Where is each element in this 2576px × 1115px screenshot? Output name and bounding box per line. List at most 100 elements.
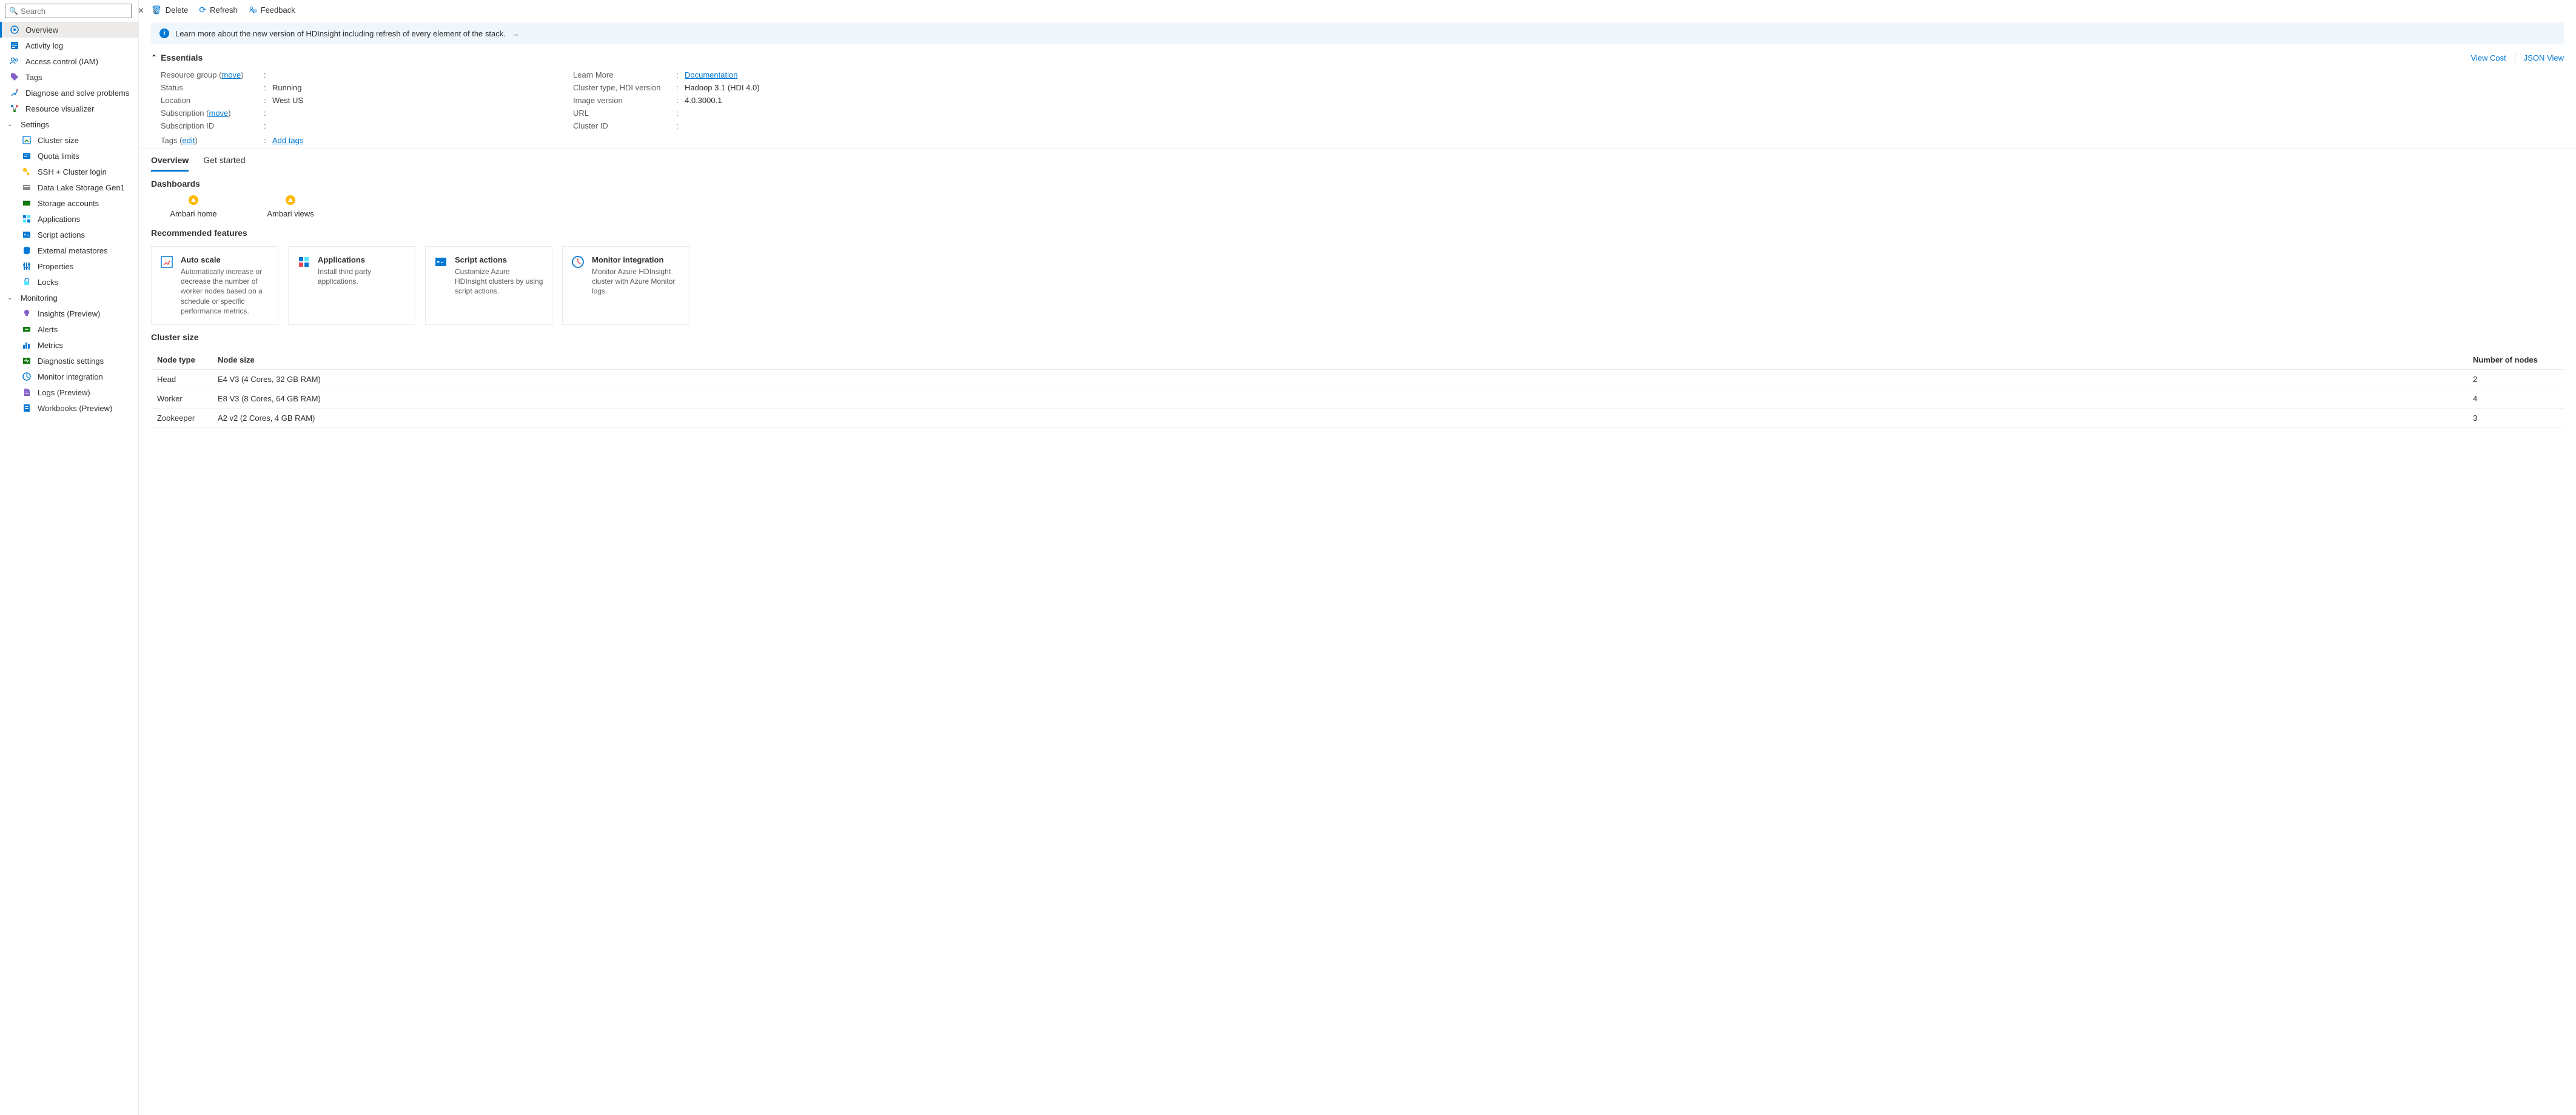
ess-value: West US bbox=[272, 96, 549, 105]
logs-icon bbox=[22, 387, 32, 397]
card-title: Auto scale bbox=[181, 255, 269, 264]
ess-image-version: Image version:4.0.3000.1 bbox=[573, 94, 961, 107]
sidebar-label: Workbooks (Preview) bbox=[38, 404, 112, 413]
sidebar-item-tags[interactable]: Tags bbox=[0, 69, 138, 85]
sidebar-item-properties[interactable]: Properties bbox=[0, 258, 138, 274]
clear-search-icon[interactable]: ✕ bbox=[135, 6, 147, 16]
features-title: Recommended features bbox=[151, 228, 2564, 238]
ess-url: URL: bbox=[573, 107, 961, 119]
search-box[interactable]: 🔍 bbox=[5, 4, 132, 18]
ess-value: Documentation bbox=[685, 70, 961, 79]
insights-icon bbox=[22, 309, 32, 318]
sidebar-item-quota-limits[interactable]: Quota limits bbox=[0, 148, 138, 164]
sidebar-item-monitor-integration[interactable]: Monitor integration bbox=[0, 369, 138, 384]
card-auto-scale[interactable]: Auto scaleAutomatically increase or decr… bbox=[151, 246, 278, 325]
dashboard-ambari-home[interactable]: Ambari home bbox=[163, 195, 224, 218]
search-input[interactable] bbox=[21, 7, 127, 16]
sidebar-label: Insights (Preview) bbox=[38, 309, 100, 318]
lock-icon bbox=[22, 277, 32, 287]
collapse-sidebar-icon[interactable]: « bbox=[150, 7, 159, 16]
sidebar-item-diagnostic-settings[interactable]: Diagnostic settings bbox=[0, 353, 138, 369]
view-cost-link[interactable]: View Cost bbox=[2470, 53, 2506, 62]
move-link[interactable]: move bbox=[221, 70, 241, 79]
sidebar-item-external-metastores[interactable]: External metastores bbox=[0, 243, 138, 258]
sidebar-item-alerts[interactable]: Alerts bbox=[0, 321, 138, 337]
sidebar-item-workbooks[interactable]: Workbooks (Preview) bbox=[0, 400, 138, 416]
documentation-link[interactable]: Documentation bbox=[685, 70, 737, 79]
sidebar-item-diagnose[interactable]: Diagnose and solve problems bbox=[0, 85, 138, 101]
card-applications[interactable]: ApplicationsInstall third party applicat… bbox=[288, 246, 415, 325]
dashboards-section: Dashboards Ambari home Ambari views bbox=[139, 172, 2576, 221]
ess-value: 4.0.3000.1 bbox=[685, 96, 961, 105]
sidebar: 🔍 ✕ « Overview Activity log Access contr… bbox=[0, 0, 139, 1115]
ambari-icon bbox=[188, 195, 199, 206]
metastore-icon bbox=[22, 246, 32, 255]
sidebar-group-monitoring[interactable]: ⌄ Monitoring bbox=[0, 290, 138, 306]
sidebar-group-settings[interactable]: ⌄ Settings bbox=[0, 116, 138, 132]
card-body: Monitor integrationMonitor Azure HDInsig… bbox=[592, 255, 680, 296]
ess-subscription: Subscription (move): bbox=[161, 107, 549, 119]
sidebar-item-insights[interactable]: Insights (Preview) bbox=[0, 306, 138, 321]
card-title: Applications bbox=[318, 255, 406, 264]
sidebar-item-ssh[interactable]: SSH + Cluster login bbox=[0, 164, 138, 179]
dashboard-ambari-views[interactable]: Ambari views bbox=[260, 195, 321, 218]
sidebar-item-overview[interactable]: Overview bbox=[0, 22, 138, 38]
sidebar-label: Tags bbox=[25, 73, 42, 82]
feature-cards: Auto scaleAutomatically increase or decr… bbox=[139, 246, 2576, 325]
json-view-link[interactable]: JSON View bbox=[2524, 53, 2564, 62]
cell: 4 bbox=[2473, 394, 2558, 403]
essentials-links: View Cost JSON View bbox=[2470, 53, 2564, 62]
add-tags-link[interactable]: Add tags bbox=[272, 136, 303, 145]
sidebar-item-cluster-size[interactable]: Cluster size bbox=[0, 132, 138, 148]
ess-label: Subscription ID bbox=[161, 121, 264, 130]
key-icon bbox=[22, 167, 32, 176]
refresh-button[interactable]: ⟳Refresh bbox=[199, 5, 237, 15]
cell: E8 V3 (8 Cores, 64 GB RAM) bbox=[218, 394, 2473, 403]
ess-location: Location:West US bbox=[161, 94, 549, 107]
sidebar-label: Diagnose and solve problems bbox=[25, 89, 129, 98]
tab-overview[interactable]: Overview bbox=[151, 155, 189, 172]
cell: 3 bbox=[2473, 414, 2558, 423]
table-row: ZookeeperA2 v2 (2 Cores, 4 GB RAM)3 bbox=[151, 409, 2564, 428]
sidebar-item-resource-visualizer[interactable]: Resource visualizer bbox=[0, 101, 138, 116]
sidebar-item-locks[interactable]: Locks bbox=[0, 274, 138, 290]
card-body: Script actionsCustomize Azure HDInsight … bbox=[455, 255, 543, 296]
sidebar-item-storage[interactable]: Storage accounts bbox=[0, 195, 138, 211]
main-content: 🗑Delete ⟳Refresh Feedback i Learn more a… bbox=[139, 0, 2576, 1115]
sidebar-label: Alerts bbox=[38, 325, 58, 334]
sidebar-label: Data Lake Storage Gen1 bbox=[38, 183, 125, 192]
sidebar-label: Overview bbox=[25, 25, 58, 35]
feedback-label: Feedback bbox=[261, 5, 295, 15]
refresh-icon: ⟳ bbox=[199, 5, 206, 15]
essentials-toggle[interactable]: ⌃ Essentials bbox=[151, 53, 203, 62]
ambari-icon bbox=[285, 195, 296, 206]
chevron-up-icon: ⌃ bbox=[151, 53, 157, 62]
sidebar-item-metrics[interactable]: Metrics bbox=[0, 337, 138, 353]
sidebar-label: Cluster size bbox=[38, 136, 79, 145]
sidebar-item-activity-log[interactable]: Activity log bbox=[0, 38, 138, 53]
sidebar-item-logs[interactable]: Logs (Preview) bbox=[0, 384, 138, 400]
cluster-size-section: Cluster size bbox=[139, 325, 2576, 350]
card-monitor-integration[interactable]: Monitor integrationMonitor Azure HDInsig… bbox=[562, 246, 689, 325]
essentials-header: ⌃ Essentials View Cost JSON View bbox=[139, 50, 2576, 65]
sidebar-label: Applications bbox=[38, 215, 80, 224]
feedback-button[interactable]: Feedback bbox=[249, 5, 295, 15]
delete-label: Delete bbox=[166, 5, 189, 15]
sidebar-item-data-lake[interactable]: Data Lake Storage Gen1 bbox=[0, 179, 138, 195]
banner-text: Learn more about the new version of HDIn… bbox=[175, 29, 506, 38]
essentials-grid: Resource group (move): Status:Running Lo… bbox=[139, 65, 2576, 132]
sidebar-item-script-actions[interactable]: Script actions bbox=[0, 227, 138, 243]
sidebar-label: Script actions bbox=[38, 230, 85, 239]
edit-tags-link[interactable]: edit bbox=[182, 136, 195, 145]
info-banner[interactable]: i Learn more about the new version of HD… bbox=[151, 22, 2564, 44]
ess-value: Hadoop 3.1 (HDI 4.0) bbox=[685, 83, 961, 92]
sidebar-item-access-control[interactable]: Access control (IAM) bbox=[0, 53, 138, 69]
card-script-actions[interactable]: Script actionsCustomize Azure HDInsight … bbox=[425, 246, 552, 325]
tab-get-started[interactable]: Get started bbox=[203, 155, 245, 172]
dashboards-title: Dashboards bbox=[151, 179, 2564, 189]
sidebar-item-applications[interactable]: Applications bbox=[0, 211, 138, 227]
move-link[interactable]: move bbox=[209, 109, 229, 118]
sidebar-label: Quota limits bbox=[38, 152, 79, 161]
quota-icon bbox=[22, 151, 32, 161]
cluster-size-title: Cluster size bbox=[151, 332, 2564, 342]
